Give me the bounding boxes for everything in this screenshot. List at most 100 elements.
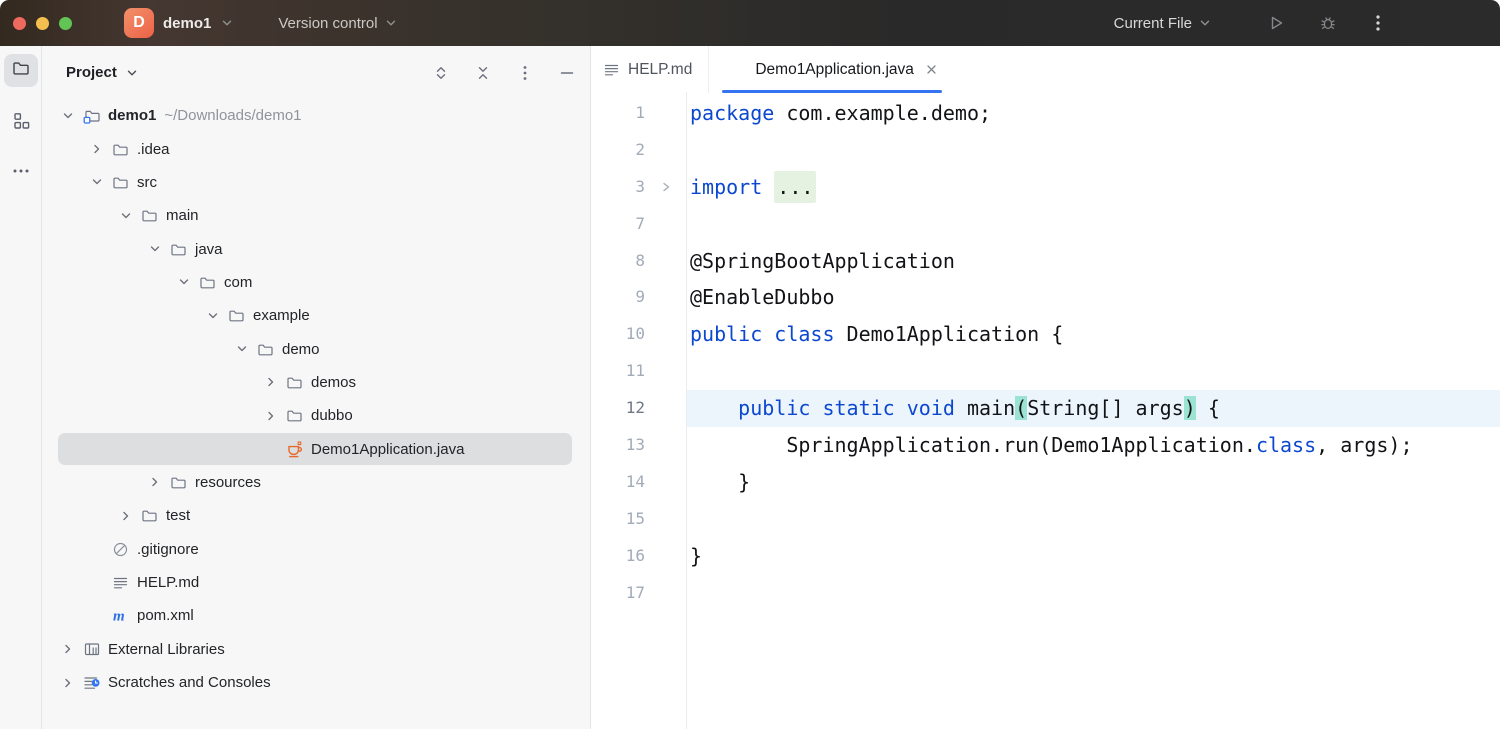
chevron-expanded-icon[interactable] xyxy=(201,307,225,324)
chevron-collapsed-icon[interactable] xyxy=(259,374,283,391)
chevron-expanded-icon[interactable] xyxy=(172,274,196,291)
tab-help-md[interactable]: HELP.md xyxy=(591,46,709,93)
more-actions-icon[interactable] xyxy=(1368,13,1388,33)
vcs-widget[interactable]: Version control xyxy=(278,15,397,32)
tree-row[interactable]: java xyxy=(42,232,590,265)
code-line[interactable]: 14 } xyxy=(591,464,1500,501)
expand-all-icon[interactable] xyxy=(432,64,450,82)
run-configuration-selector[interactable]: Current File xyxy=(1114,15,1212,32)
code-line[interactable]: 3import ... xyxy=(591,169,1500,206)
tree-row[interactable]: demo1~/Downloads/demo1 xyxy=(42,99,590,132)
fold-region-icon[interactable] xyxy=(645,169,687,206)
code-text[interactable] xyxy=(687,206,1500,243)
chevron-expanded-icon[interactable] xyxy=(56,107,80,124)
tree-row[interactable]: Demo1Application.java xyxy=(42,432,590,465)
chevron-down-icon[interactable] xyxy=(125,66,139,80)
vcs-label: Version control xyxy=(278,15,377,32)
code-text[interactable]: } xyxy=(687,538,1500,575)
more-tool-windows-button[interactable] xyxy=(9,159,33,183)
chevron-spacer xyxy=(259,441,283,458)
code-line[interactable]: 16} xyxy=(591,538,1500,575)
chevron-collapsed-icon[interactable] xyxy=(143,474,167,491)
chevron-expanded-icon[interactable] xyxy=(114,207,138,224)
code-line[interactable]: 15 xyxy=(591,501,1500,538)
code-line[interactable]: 17 xyxy=(591,575,1500,612)
run-icon[interactable] xyxy=(1266,13,1286,33)
code-text[interactable] xyxy=(687,575,1500,612)
line-number: 10 xyxy=(591,316,645,353)
token-pl: com.example.demo; xyxy=(774,101,991,125)
panel-title[interactable]: Project xyxy=(66,64,117,81)
code-text[interactable]: @SpringBootApplication xyxy=(687,243,1500,280)
tree-row[interactable]: com xyxy=(42,266,590,299)
token-kw: public static void xyxy=(738,396,955,420)
svg-text:m: m xyxy=(113,608,125,624)
code-line[interactable]: 9@EnableDubbo xyxy=(591,279,1500,316)
code-line[interactable]: 8@SpringBootApplication xyxy=(591,243,1500,280)
tree-row[interactable]: main xyxy=(42,199,590,232)
zoom-window-button[interactable] xyxy=(59,17,72,30)
chevron-collapsed-icon[interactable] xyxy=(259,407,283,424)
code-text[interactable]: package com.example.demo; xyxy=(687,95,1500,132)
tree-row[interactable]: test xyxy=(42,499,590,532)
chevron-expanded-icon[interactable] xyxy=(143,241,167,258)
structure-tool-window-button[interactable] xyxy=(9,111,33,135)
tree-row[interactable]: mpom.xml xyxy=(42,599,590,632)
folded-region[interactable]: ... xyxy=(774,171,816,203)
code-line[interactable]: 13 SpringApplication.run(Demo1Applicatio… xyxy=(591,427,1500,464)
debug-icon[interactable] xyxy=(1318,13,1338,33)
tree-row[interactable]: .idea xyxy=(42,132,590,165)
collapse-all-icon[interactable] xyxy=(474,64,492,82)
gutter-spacer xyxy=(645,501,687,538)
tree-row[interactable]: .gitignore xyxy=(42,532,590,565)
chevron-collapsed-icon[interactable] xyxy=(56,674,80,691)
code-text[interactable] xyxy=(687,501,1500,538)
token-pl: } xyxy=(690,470,750,494)
tab-demo1application-java[interactable]: Demo1Application.java xyxy=(709,46,955,93)
tree-row[interactable]: HELP.md xyxy=(42,566,590,599)
options-kebab-icon[interactable] xyxy=(516,64,534,82)
gutter-spacer xyxy=(645,243,687,280)
code-text[interactable]: import ... xyxy=(687,169,1500,206)
tree-row[interactable]: External Libraries xyxy=(42,633,590,666)
code-line[interactable]: 12 public static void main(String[] args… xyxy=(591,390,1500,427)
tree-row[interactable]: Scratches and Consoles xyxy=(42,666,590,699)
tree-item-label: resources xyxy=(195,474,261,491)
tree-item-label: demo xyxy=(282,341,320,358)
project-panel-header: Project xyxy=(42,46,590,99)
code-line[interactable]: 10 public class Demo1Application { xyxy=(591,316,1500,353)
project-widget[interactable]: D demo1 xyxy=(124,8,234,38)
chevron-expanded-icon[interactable] xyxy=(85,174,109,191)
chevron-collapsed-icon[interactable] xyxy=(85,141,109,158)
code-line[interactable]: 1package com.example.demo; xyxy=(591,95,1500,132)
tree-row[interactable]: dubbo xyxy=(42,399,590,432)
code-line[interactable]: 7 xyxy=(591,206,1500,243)
code-editor[interactable]: 1package com.example.demo;23import ...78… xyxy=(591,93,1500,729)
code-text[interactable] xyxy=(687,132,1500,169)
tree-row[interactable]: src xyxy=(42,166,590,199)
chevron-expanded-icon[interactable] xyxy=(230,341,254,358)
tree-row[interactable]: demos xyxy=(42,366,590,399)
chevron-collapsed-icon[interactable] xyxy=(114,507,138,524)
hide-panel-icon[interactable] xyxy=(558,64,576,82)
code-text[interactable]: public class Demo1Application { xyxy=(687,316,1500,353)
project-tool-window-button[interactable] xyxy=(4,54,38,87)
code-line[interactable]: 11 xyxy=(591,353,1500,390)
tree-row[interactable]: example xyxy=(42,299,590,332)
chevron-down-icon xyxy=(384,16,398,30)
code-text[interactable]: } xyxy=(687,464,1500,501)
tree-row[interactable]: resources xyxy=(42,466,590,499)
code-text[interactable] xyxy=(687,353,1500,390)
tree-row[interactable]: demo xyxy=(42,332,590,365)
close-window-button[interactable] xyxy=(13,17,26,30)
minimize-window-button[interactable] xyxy=(36,17,49,30)
code-text[interactable]: SpringApplication.run(Demo1Application.c… xyxy=(687,427,1500,464)
line-number: 15 xyxy=(591,501,645,538)
close-icon[interactable] xyxy=(924,62,939,77)
code-text[interactable]: public static void main(String[] args) { xyxy=(687,390,1500,427)
code-text[interactable]: @EnableDubbo xyxy=(687,279,1500,316)
line-number: 11 xyxy=(591,353,645,390)
chevron-collapsed-icon[interactable] xyxy=(56,641,80,658)
java-class-icon xyxy=(285,440,304,458)
code-line[interactable]: 2 xyxy=(591,132,1500,169)
